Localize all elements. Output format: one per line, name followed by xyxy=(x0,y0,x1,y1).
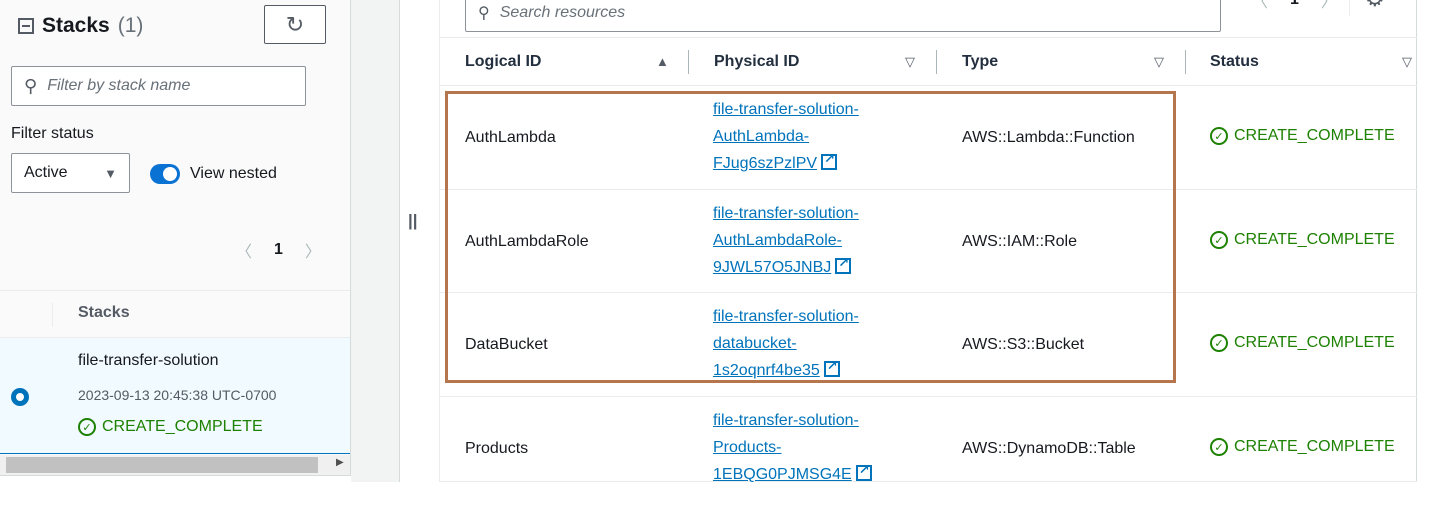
column-physical-id[interactable]: Physical ID xyxy=(714,53,799,71)
column-status[interactable]: Status xyxy=(1210,53,1259,71)
page-number[interactable]: 1 xyxy=(274,241,283,259)
stack-filter-input[interactable]: ⚲ Filter by stack name xyxy=(11,66,306,106)
physical-id-part[interactable]: 1EBQG0PJMSG4E xyxy=(713,466,852,483)
resource-row: Products file-transfer-solution- Product… xyxy=(440,397,1417,483)
stacks-panel: Stacks (1) ↻ ⚲ Filter by stack name Filt… xyxy=(0,0,351,476)
next-page-icon[interactable]: 〉 xyxy=(305,238,321,262)
prev-page-icon[interactable]: 〈 xyxy=(236,238,252,262)
success-icon: ✓ xyxy=(78,418,96,436)
stack-status: CREATE_COMPLETE xyxy=(102,418,263,435)
resource-status: CREATE_COMPLETE xyxy=(1234,231,1395,248)
logical-id: Products xyxy=(465,440,529,457)
success-icon: ✓ xyxy=(1210,334,1228,352)
stack-radio[interactable] xyxy=(11,388,29,406)
prev-page-icon[interactable]: 〈 xyxy=(1252,0,1268,12)
view-nested-label: View nested xyxy=(190,165,277,182)
filter-status-value: Active xyxy=(24,164,68,181)
stacks-title: Stacks (1) xyxy=(18,14,143,38)
column-logical-id[interactable]: Logical ID xyxy=(465,53,541,71)
view-nested-toggle[interactable] xyxy=(150,164,180,184)
search-icon: ⚲ xyxy=(24,75,38,96)
sort-icon[interactable]: ▽ xyxy=(1402,54,1412,70)
external-link-icon[interactable] xyxy=(855,462,872,481)
success-icon: ✓ xyxy=(1210,438,1228,456)
filter-status-label: Filter status xyxy=(11,125,94,142)
stack-row[interactable]: file-transfer-solution 2023-09-13 20:45:… xyxy=(0,338,350,454)
physical-id-link[interactable]: file-transfer-solution- Products- 1EBQG0… xyxy=(713,407,933,488)
caret-down-icon: ▼ xyxy=(104,165,117,181)
stacks-column-header[interactable]: Stacks xyxy=(78,304,130,322)
resource-status: CREATE_COMPLETE xyxy=(1234,438,1395,455)
stack-filter-placeholder: Filter by stack name xyxy=(47,77,191,94)
success-icon: ✓ xyxy=(1210,231,1228,249)
next-page-icon[interactable]: 〉 xyxy=(1321,0,1337,12)
stack-name: file-transfer-solution xyxy=(78,352,219,369)
horizontal-scrollbar[interactable]: ▶ xyxy=(0,455,350,475)
sort-ascending-icon[interactable]: ▲ xyxy=(656,54,669,69)
highlight-box xyxy=(445,91,1176,383)
stack-timestamp: 2023-09-13 20:45:38 UTC-0700 xyxy=(78,387,277,403)
settings-gear-icon[interactable]: ⚙ xyxy=(1365,0,1385,12)
stacks-table-header: Stacks xyxy=(0,290,350,338)
panel-gap xyxy=(351,0,400,482)
filter-status-select[interactable]: Active ▼ xyxy=(11,153,130,193)
resource-type: AWS::DynamoDB::Table xyxy=(962,440,1136,457)
refresh-icon: ↻ xyxy=(285,11,305,37)
stacks-count: (1) xyxy=(117,14,144,37)
success-icon: ✓ xyxy=(1210,127,1228,145)
page-number[interactable]: 1 xyxy=(1290,0,1299,9)
resource-status: CREATE_COMPLETE xyxy=(1234,334,1395,351)
column-type[interactable]: Type xyxy=(962,53,998,71)
resize-handle-icon[interactable]: || xyxy=(408,211,418,231)
resource-search-input[interactable]: ⚲ Search resources xyxy=(465,0,1221,32)
sort-icon[interactable]: ▽ xyxy=(905,54,915,70)
resize-area: || xyxy=(400,0,440,482)
search-icon: ⚲ xyxy=(478,5,490,22)
refresh-button[interactable]: ↻ xyxy=(264,5,326,44)
stacks-title-text: Stacks xyxy=(42,14,110,37)
resource-status: CREATE_COMPLETE xyxy=(1234,127,1395,144)
collapse-icon[interactable] xyxy=(18,18,34,34)
scroll-right-icon[interactable]: ▶ xyxy=(336,457,344,468)
physical-id-part[interactable]: file-transfer-solution- xyxy=(713,407,933,434)
sort-icon[interactable]: ▽ xyxy=(1154,54,1164,70)
physical-id-part[interactable]: Products- xyxy=(713,434,933,461)
resource-search-placeholder: Search resources xyxy=(499,4,626,21)
resources-table-header: Logical ID ▲ Physical ID ▽ Type ▽ Status… xyxy=(440,38,1417,86)
